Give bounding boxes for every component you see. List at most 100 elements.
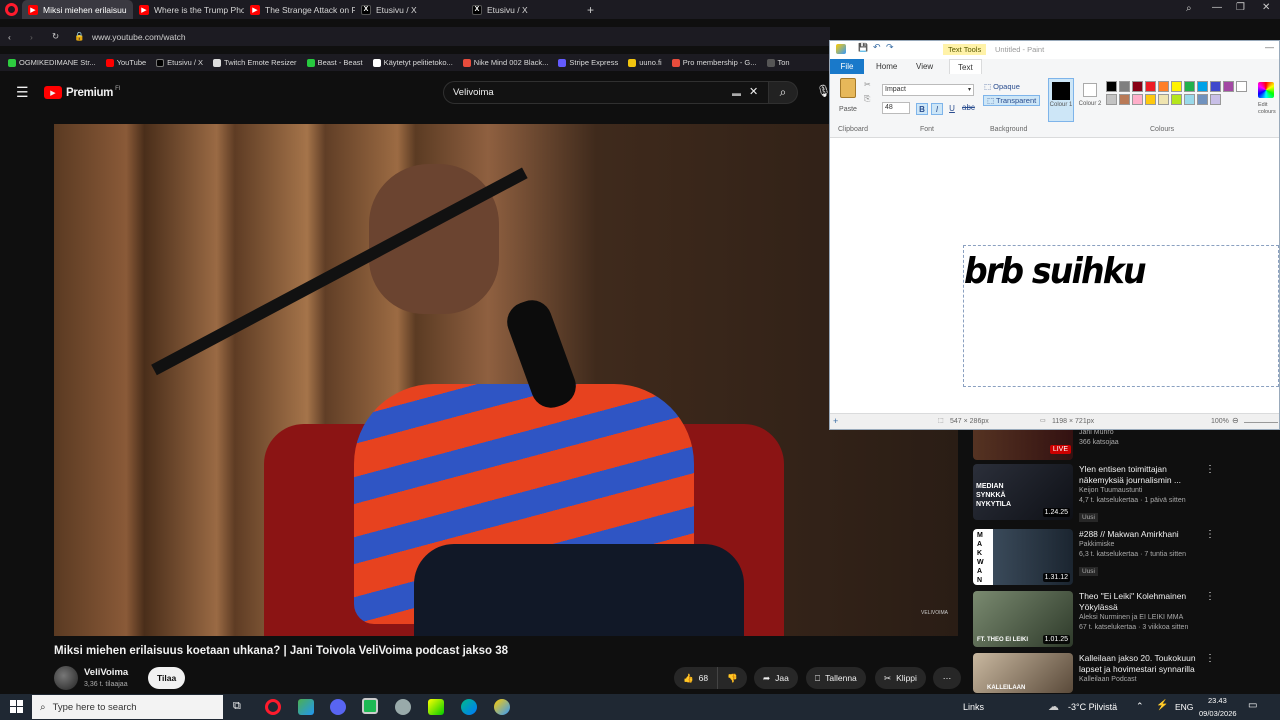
bookmark-item[interactable]: Käytetyt pelitietoko... [372,58,453,67]
edit-colours-button[interactable] [1258,82,1274,98]
language-indicator[interactable]: ENG [1175,702,1193,712]
colour-swatch[interactable] [1184,81,1195,92]
search-button[interactable]: ⌕ [768,81,798,104]
save-button[interactable]: ⎕ Tallenna [806,667,866,689]
bookmark-item[interactable]: Stripe Express [558,58,618,67]
italic-button[interactable]: I [931,103,943,115]
cut-icon[interactable]: ✂ [864,80,871,89]
more-actions-button[interactable]: ⋯ [933,667,961,689]
bookmark-item[interactable]: OGMIKEDIMANE Str... [8,58,96,67]
close-icon[interactable]: ✕ [1262,2,1270,13]
spotify-taskbar-icon[interactable] [362,698,378,714]
zoom-out-icon[interactable]: ⊖ [1232,416,1239,425]
colour-swatch[interactable] [1106,81,1117,92]
bookmark-item[interactable]: Beast - Beast [306,58,363,67]
clip-button[interactable]: ✂ Klippi [875,667,926,689]
chevron-up-icon[interactable]: ⌃ [1136,701,1144,712]
more-options-icon[interactable]: ⋮ [1205,464,1215,524]
url-field[interactable]: www.youtube.com/watch [92,32,186,42]
settings-taskbar-icon[interactable] [395,699,411,715]
edge-taskbar-icon[interactable] [461,699,477,715]
new-tab-button[interactable]: + [587,3,594,17]
strikethrough-button[interactable]: abc [962,103,975,112]
media-taskbar-icon[interactable] [428,699,444,715]
search-input[interactable]: Velivoima [443,81,769,104]
clear-search-icon[interactable]: ✕ [749,85,758,98]
bookmark-item[interactable]: Twitch Emote Resizer [213,58,297,67]
dislike-button[interactable]: 👎 [718,673,747,684]
redo-icon[interactable]: ↷ [886,42,894,53]
transparent-option[interactable]: ⬚ Transparent [983,95,1041,106]
app-taskbar-icon[interactable] [298,699,314,715]
colour2-selector[interactable]: Colour 2 [1078,78,1102,122]
like-button[interactable]: 👍 68 [674,667,719,689]
tab-home[interactable]: Home [876,62,897,71]
colour-swatch[interactable] [1158,81,1169,92]
rec-item[interactable]: LIVE Jani Munro 366 katsojaa [973,428,1273,464]
colour-swatch[interactable] [1132,81,1143,92]
colour-swatch[interactable] [1210,81,1221,92]
video-player[interactable]: VELIVOIMA [54,124,958,636]
menu-icon[interactable]: ☰ [16,84,29,101]
paint-taskbar-icon[interactable] [494,699,510,715]
maximize-icon[interactable]: ❐ [1236,2,1245,13]
colour-swatch[interactable] [1106,94,1117,105]
links-toolbar[interactable]: Links [963,702,984,712]
network-icon[interactable]: ⚡ [1156,700,1168,711]
colour-swatch[interactable] [1119,81,1130,92]
opera-taskbar-icon[interactable] [265,699,281,715]
opaque-option[interactable]: ⬚ Opaque [984,82,1020,91]
tab-text[interactable]: Text [949,59,982,74]
opera-logo-icon[interactable] [5,3,18,16]
more-options-icon[interactable]: ⋮ [1205,591,1215,651]
zoom-slider[interactable] [1244,422,1278,423]
bookmark-item[interactable]: Etusivu / X [156,58,203,67]
save-icon[interactable]: 💾 [858,43,868,52]
more-options-icon[interactable]: ⋮ [1205,653,1215,693]
font-name-select[interactable]: Impact ▾ [882,84,974,96]
paste-button[interactable]: Paste [836,78,860,113]
rec-item[interactable]: MEDIAN SYNKKÄ NYKYTILA 1.24.25 Ylen enti… [973,464,1273,524]
reload-icon[interactable]: ↻ [52,31,66,42]
rec-item[interactable]: FT. THEO EI LEIKI 1.01.25 Theo "Ei Leiki… [973,591,1273,651]
colour-swatch[interactable] [1223,81,1234,92]
undo-icon[interactable]: ↶ [873,42,881,53]
colour-swatch[interactable] [1197,81,1208,92]
task-view-icon[interactable]: ⧉ [233,700,241,713]
forward-icon[interactable]: › [30,32,44,42]
add-icon[interactable]: + [833,416,838,426]
underline-button[interactable]: U [946,103,958,115]
colour-swatch[interactable] [1145,81,1156,92]
weather-label[interactable]: -3°C Pilvistä [1068,702,1117,712]
notification-icon[interactable]: ▭ [1248,700,1257,711]
more-options-icon[interactable]: ⋮ [1205,529,1215,589]
youtube-logo[interactable]: ▶ Premium FI [44,86,120,99]
taskbar-search-input[interactable]: ⌕ Type here to search [32,695,223,719]
channel-avatar[interactable] [54,666,78,690]
copy-icon[interactable]: ⎘ [864,94,870,104]
paint-canvas[interactable]: brb suihku [830,139,1279,411]
discord-taskbar-icon[interactable] [330,699,346,715]
keyboard-icon[interactable]: ▬ [732,88,741,98]
rec-item[interactable]: KALLEILAAN Kalleilaan jakso 20. Toukokuu… [973,653,1273,693]
rec-item[interactable]: MAKWAN 1.31.12 #288 // Makwan Amirkhani … [973,529,1273,589]
tab-4[interactable]: X Etusivu / X [466,0,577,19]
start-icon[interactable] [10,700,23,713]
back-icon[interactable]: ‹ [8,32,22,42]
colour-swatch[interactable] [1132,94,1143,105]
colour-swatch[interactable] [1210,94,1221,105]
tab-file[interactable]: File [830,59,864,74]
share-button[interactable]: ➦ Jaa [754,667,798,689]
minimize-icon[interactable]: — [1212,2,1222,13]
bookmark-item[interactable]: Ton [766,58,790,67]
tab-0[interactable]: ▶ Miksi miehen erilaisuu [22,0,133,19]
colour1-selector[interactable]: Colour 1 [1048,78,1074,122]
tab-3[interactable]: X Etusivu / X [355,0,466,19]
colour-swatch[interactable] [1184,94,1195,105]
colour-swatch[interactable] [1171,94,1182,105]
bookmark-item[interactable]: uuno.fi [628,58,662,67]
colour-swatch[interactable] [1145,94,1156,105]
paint-minimize-icon[interactable]: — [1265,42,1274,52]
tab-2[interactable]: ▶ The Strange Attack on Fli [244,0,355,19]
channel-name[interactable]: VeliVoima [84,667,128,678]
